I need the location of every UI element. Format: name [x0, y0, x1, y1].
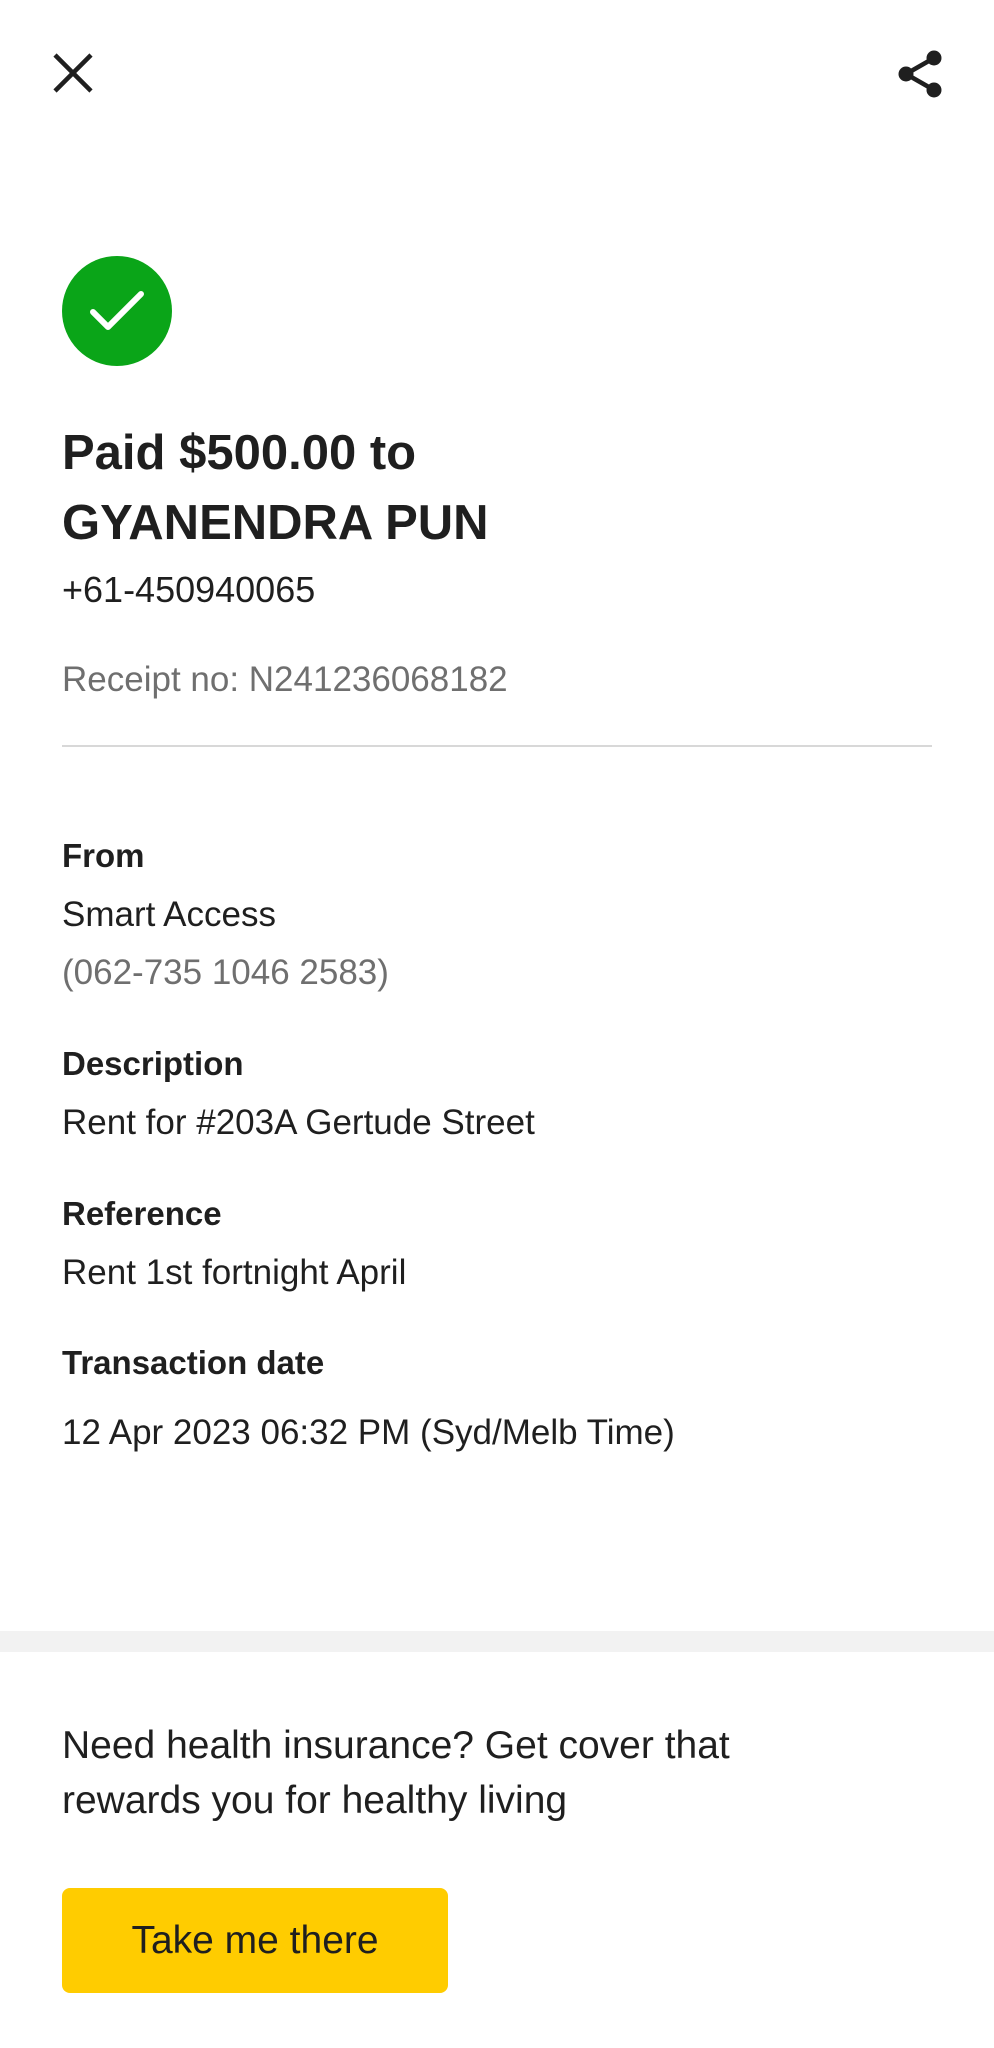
promo-text-line1: Need health insurance? Get cover that: [62, 1724, 730, 1767]
take-me-there-button[interactable]: Take me there: [62, 1888, 448, 1993]
payment-headline: Paid $500.00 to GYANENDRA PUN: [62, 418, 922, 558]
promo-text-line2: rewards you for healthy living: [62, 1779, 568, 1822]
description-label: Description: [62, 1045, 244, 1082]
share-button[interactable]: [886, 40, 954, 108]
payment-headline-recipient: GYANENDRA PUN: [62, 496, 489, 550]
transaction-date-label: Transaction date: [62, 1344, 325, 1381]
from-account-name: Smart Access: [62, 895, 276, 934]
check-icon: [90, 291, 144, 330]
from-account-number: (062-735 1046 2583): [62, 953, 389, 992]
section-separator: [0, 1631, 994, 1652]
close-button[interactable]: [40, 40, 106, 106]
description-value: Rent for #203A Gertude Street: [62, 1103, 535, 1142]
recipient-phone: +61-450940065: [62, 569, 316, 610]
reference-label: Reference: [62, 1195, 222, 1232]
reference-value: Rent 1st fortnight April: [62, 1253, 407, 1292]
close-icon: [53, 53, 93, 93]
top-bar: [0, 0, 994, 150]
share-icon: [898, 50, 942, 98]
success-badge: [62, 256, 172, 366]
divider: [62, 745, 932, 747]
transaction-date-value: 12 Apr 2023 06:32 PM (Syd/Melb Time): [62, 1413, 675, 1452]
payment-headline-amount: Paid $500.00 to: [62, 426, 417, 480]
receipt-number: Receipt no: N241236068182: [62, 660, 508, 699]
from-label: From: [62, 837, 145, 874]
promo-text: Need health insurance? Get cover that re…: [62, 1718, 892, 1828]
